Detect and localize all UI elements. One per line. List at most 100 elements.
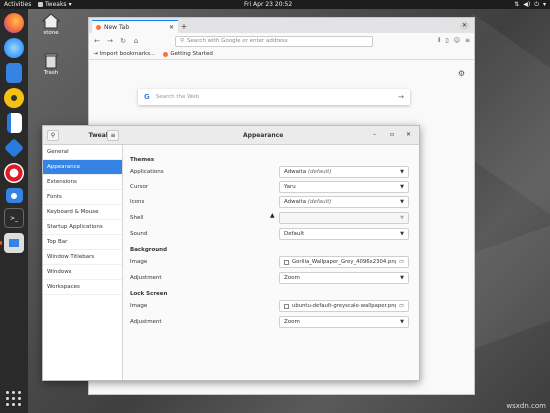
image-file-icon [284,303,289,309]
show-applications-icon[interactable] [6,391,22,407]
sidebar-item-startup-applications[interactable]: Startup Applications [43,220,122,235]
gear-icon[interactable]: ⚙ [458,69,465,78]
url-input[interactable]: ⚲ Search with Google or enter address [175,35,373,47]
new-tab-button[interactable]: + [178,20,190,33]
search-placeholder: Search the Web [155,94,200,100]
dock: >_ [0,9,28,413]
dropdown-arrow-icon: ▼ [400,275,404,281]
background-adjustment-label: Adjustment [130,275,162,281]
cursor-label: Cursor [130,184,149,190]
writer-icon[interactable] [6,113,22,133]
tweaks-icon[interactable] [0,233,24,253]
arrow-right-icon[interactable]: → [398,93,404,101]
icons-value: Adwaita [284,199,307,205]
lockscreen-adjustment-label: Adjustment [130,319,162,325]
firefox-tab-icon [96,24,101,30]
tab-strip: New Tab ✕ + ✕ [89,18,474,33]
sidebar-item-fonts[interactable]: Fonts [43,190,122,205]
home-icon[interactable]: ⌂ [132,37,140,45]
clock[interactable]: Fri Apr 23 20:52 [244,0,292,9]
system-menu[interactable]: ⇅ ◀) ⏻ ▾ [514,0,546,9]
search-icon: ⚲ [180,38,185,44]
sidebar-icon[interactable]: ▯ [445,37,448,45]
applications-combo[interactable]: Adwaita (default) ▼ [279,166,409,178]
home-folder[interactable]: stone [36,13,66,36]
dropdown-arrow-icon: ▼ [400,231,404,237]
sidebar-item-general[interactable]: General [43,145,122,160]
cursor-combo[interactable]: Yaru ▼ [279,181,409,193]
bookmark-getting-started[interactable]: Getting Started [163,51,213,57]
rhythmbox-icon[interactable] [4,88,24,108]
sidebar-item-keyboard-mouse[interactable]: Keyboard & Mouse [43,205,122,220]
folder-icon: ▭ [398,259,404,265]
cursor-value: Yaru [284,184,296,190]
home-label: stone [43,30,59,36]
sidebar-item-extensions[interactable]: Extensions [43,175,122,190]
help-icon[interactable] [4,163,24,183]
forward-icon[interactable]: → [106,37,114,45]
sidebar-item-top-bar[interactable]: Top Bar [43,235,122,250]
maximize-icon[interactable]: ▫ [390,131,394,138]
thunderbird-icon[interactable] [4,38,24,58]
url-placeholder: Search with Google or enter address [187,38,288,44]
sound-combo[interactable]: Default ▼ [279,228,409,240]
background-adjustment-combo[interactable]: Zoom ▼ [279,272,409,284]
close-icon[interactable]: ✕ [406,131,411,138]
library-icon[interactable]: ⫴ [438,37,441,45]
top-bar: Activities Tweaks ▾ Fri Apr 23 20:52 ⇅ ◀… [0,0,550,9]
icons-label: Icons [130,199,145,205]
icons-combo[interactable]: Adwaita (default) ▼ [279,196,409,208]
trash-icon [42,53,60,69]
background-image-chooser[interactable]: Gorilla_Wallpaper_Grey_4096x2304.png ▭ [279,256,409,268]
trash-label: Trash [43,70,59,76]
applications-label: Applications [130,169,164,175]
menu-icon[interactable]: ≡ [465,37,470,45]
applications-value: Adwaita [284,169,307,175]
lockscreen-adjustment-combo[interactable]: Zoom ▼ [279,316,409,328]
app-menu[interactable]: Tweaks ▾ [38,0,72,9]
page-title: Appearance [243,132,284,139]
terminal-icon[interactable]: >_ [4,208,24,228]
shell-combo[interactable]: ▼ [279,212,409,224]
tweaks-window: ⚲ Tweaks ≡ Appearance – ▫ ✕ General Appe… [42,125,420,381]
nav-bar: ← → ↻ ⌂ ⚲ Search with Google or enter ad… [89,33,474,49]
back-icon[interactable]: ← [93,37,101,45]
tweaks-app-icon [38,2,43,7]
sidebar-title: Tweaks [88,132,114,139]
account-icon[interactable]: ☺ [454,37,460,45]
web-search-input[interactable]: G Search the Web → [138,89,410,105]
tab-title: New Tab [104,23,130,31]
image-file-icon [284,259,289,265]
software-icon[interactable] [4,138,24,158]
window-close-button[interactable]: ✕ [460,21,469,30]
close-icon[interactable]: ✕ [169,24,174,31]
sound-value: Default [284,231,305,237]
lockscreen-image-value: ubuntu-default-greyscale-wallpaper.png [292,303,396,309]
menu-button[interactable]: ≡ [107,130,119,141]
google-icon: G [144,93,150,101]
themes-heading: Themes [130,157,155,163]
reload-icon[interactable]: ↻ [119,37,127,45]
trash-folder[interactable]: Trash [36,53,66,76]
firefox-icon[interactable] [4,13,24,33]
files-icon[interactable] [6,63,22,83]
sidebar-item-appearance[interactable]: Appearance [43,160,122,175]
dropdown-arrow-icon: ▼ [400,169,404,175]
screenshot-icon[interactable] [5,188,23,203]
minimize-icon[interactable]: – [373,131,376,138]
sidebar-item-window-titlebars[interactable]: Window Titlebars [43,250,122,265]
activities-button[interactable]: Activities [4,0,31,9]
tab-new-tab[interactable]: New Tab ✕ [92,20,178,33]
bookmark-label: Getting Started [170,51,213,57]
bookmark-import[interactable]: ⇥ Import bookmarks... [93,51,155,57]
search-button[interactable]: ⚲ [47,130,59,141]
sidebar-item-windows[interactable]: Windows [43,265,122,280]
search-icon: ⚲ [50,132,56,139]
chevron-down-icon: ▾ [542,1,546,8]
dropdown-arrow-icon: ▼ [400,319,404,325]
lockscreen-image-chooser[interactable]: ubuntu-default-greyscale-wallpaper.png ▭ [279,300,409,312]
background-heading: Background [130,247,168,253]
dropdown-arrow-icon: ▼ [400,215,404,221]
sidebar-item-workspaces[interactable]: Workspaces [43,280,122,295]
power-icon: ⏻ [534,1,539,8]
